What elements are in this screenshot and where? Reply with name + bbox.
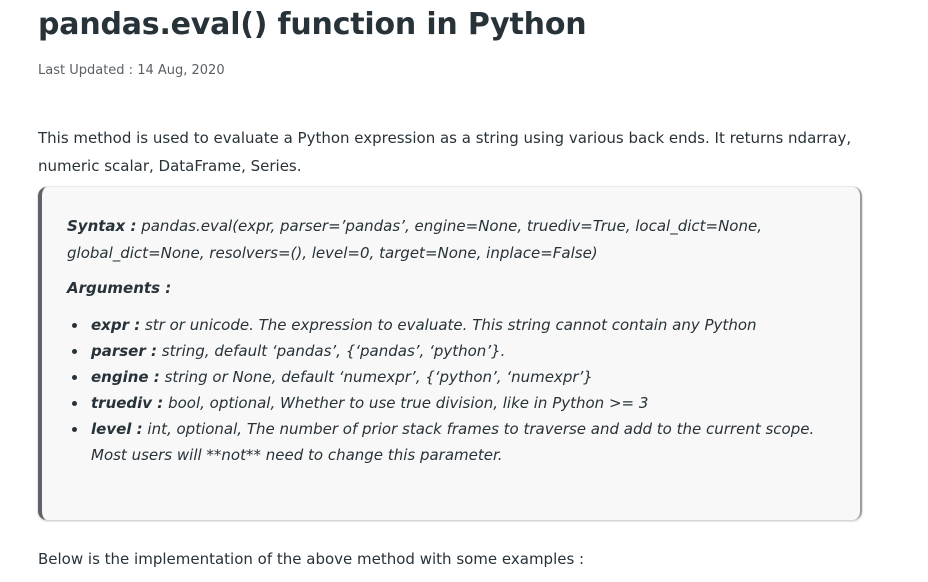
argument-item-parser: parser : string, default ‘pandas’, {‘pan… [67,338,831,364]
argument-name: parser : [91,342,157,360]
arguments-heading: Arguments : [67,277,840,299]
bullet-icon [72,427,77,432]
bullet-icon [72,323,77,328]
bullet-icon [72,375,77,380]
syntax-blockquote: Syntax : pandas.eval(expr, parser=’panda… [38,187,862,520]
argument-item-level: level : int, optional, The number of pri… [67,416,831,468]
argument-item-truediv: truediv : bool, optional, Whether to use… [67,390,831,416]
last-updated-date: Last Updated : 14 Aug, 2020 [38,63,225,78]
argument-name: expr : [91,316,141,334]
argument-description: int, optional, The number of prior stack… [91,420,815,464]
argument-item-expr: expr : str or unicode. The expression to… [67,312,831,338]
bullet-icon [72,349,77,354]
outro-paragraph: Below is the implementation of the above… [38,550,585,568]
intro-paragraph: This method is used to evaluate a Python… [38,129,852,175]
arguments-label: Arguments : [67,279,172,297]
syntax-signature: pandas.eval(expr, parser=’pandas’, engin… [67,217,762,262]
argument-description: bool, optional, Whether to use true divi… [163,394,649,412]
argument-name: engine : [91,368,160,386]
argument-name: level : [91,420,143,438]
argument-item-engine: engine : string or None, default ‘numexp… [67,364,831,390]
argument-description: str or unicode. The expression to evalua… [140,316,757,334]
syntax-label: Syntax : [67,217,137,235]
argument-description: string or None, default ‘numexpr’, {‘pyt… [159,368,593,386]
argument-name: truediv : [91,394,164,412]
arguments-list: expr : str or unicode. The expression to… [67,312,840,468]
page-title: pandas.eval() function in Python [38,7,587,42]
syntax-line: Syntax : pandas.eval(expr, parser=’panda… [67,213,787,267]
argument-description: string, default ‘pandas’, {‘pandas’, ‘py… [156,342,506,360]
bullet-icon [72,401,77,406]
